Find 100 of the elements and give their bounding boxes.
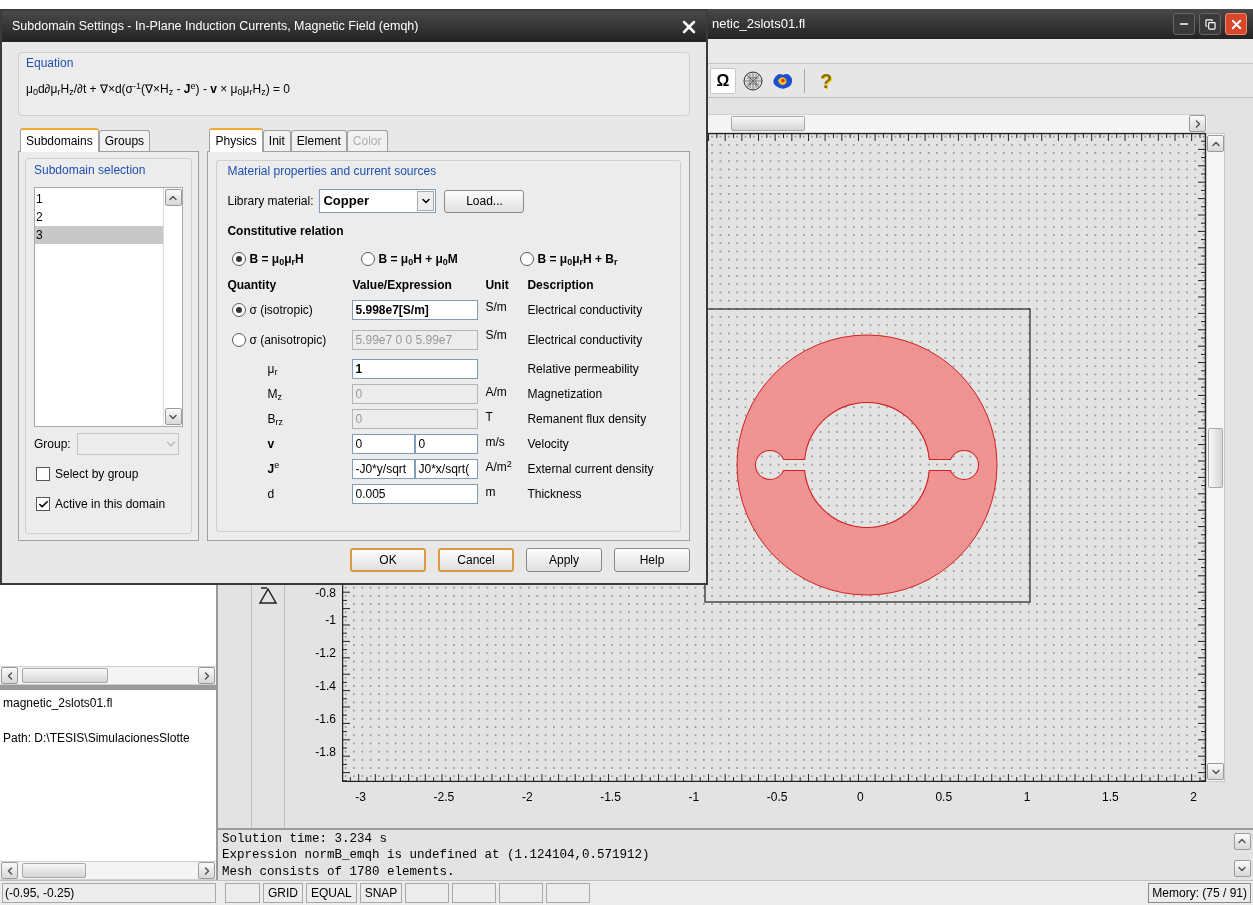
scroll-down-button[interactable] — [1207, 763, 1224, 780]
quantity-label: σ (anisotropic) — [249, 332, 327, 349]
status-toggle[interactable]: EQUAL — [306, 883, 357, 903]
minimize-button[interactable] — [1173, 13, 1195, 35]
panel-tab[interactable]: Init — [262, 130, 291, 151]
axis-tick-label: -1.2 — [315, 645, 336, 663]
radio-button[interactable] — [361, 252, 376, 266]
scrollbar-thumb[interactable] — [22, 668, 108, 683]
triangle-icon[interactable] — [258, 586, 278, 606]
omega-button[interactable]: Ω — [710, 67, 736, 94]
axis-tick-label: -0.8 — [315, 586, 336, 602]
unit-label: S/m — [485, 327, 507, 344]
scroll-down-button[interactable] — [164, 408, 182, 425]
library-material-dropdown[interactable]: Copper — [319, 189, 437, 213]
list-item[interactable]: 1 — [35, 190, 164, 208]
scroll-left-button[interactable] — [1, 667, 18, 684]
scroll-up-button[interactable] — [164, 189, 182, 206]
description-text: Relative permeability — [527, 360, 640, 378]
axis-tick-label: -1.4 — [315, 678, 336, 695]
dialog-button[interactable]: Help — [614, 548, 690, 572]
axis-tick-label: -1.5 — [599, 789, 622, 806]
vertical-scrollbar[interactable] — [1206, 133, 1225, 782]
dialog-button[interactable]: Cancel — [438, 548, 514, 572]
panel-tab[interactable]: Physics — [209, 128, 263, 152]
list-item[interactable]: 2 — [35, 208, 164, 226]
scroll-down-button[interactable] — [1233, 860, 1251, 877]
panel-tab[interactable]: Element — [290, 130, 347, 151]
radio-button[interactable] — [232, 333, 247, 347]
radio-button[interactable] — [232, 303, 247, 317]
coordinates-readout: (-0.95, -0.25) — [2, 883, 216, 903]
description-text: Remanent flux density — [527, 410, 648, 428]
value-field[interactable]: 5.998e7[S/m] — [352, 300, 479, 320]
axis-tick-label: -1.8 — [315, 743, 336, 761]
file-name-text: magnetic_2slots01.fl — [3, 695, 114, 712]
help-button[interactable]: ? — [813, 67, 839, 94]
group-title: Equation — [26, 55, 75, 72]
list-item[interactable]: 3 — [35, 226, 164, 244]
unit-label: A/m — [485, 384, 507, 401]
description-text: Thickness — [527, 485, 583, 503]
scroll-right-button[interactable] — [1189, 115, 1206, 132]
status-toggle[interactable]: GRID — [263, 883, 303, 903]
panel-tab[interactable]: Subdomains — [20, 128, 99, 152]
group-label: Group: — [34, 436, 71, 453]
value-field[interactable]: -J0*y/sqrt — [352, 458, 416, 479]
value-field[interactable]: 1 — [352, 358, 479, 379]
column-header: Value/Expression — [352, 277, 453, 294]
radio-button[interactable] — [232, 252, 247, 266]
checkbox[interactable] — [36, 497, 50, 511]
unit-label: m — [485, 484, 496, 501]
group-title: Material properties and current sources — [227, 163, 438, 180]
group-title: Subdomain selection — [34, 162, 147, 179]
quantity-label: B$_{rz}$ — [266, 410, 283, 428]
panel-tab[interactable]: Groups — [98, 130, 151, 151]
radio-label: B = μ$_{0}$μ$_{r}$H — [249, 251, 304, 268]
axis-tick-label: -1 — [325, 612, 336, 630]
dialog-button[interactable]: Apply — [526, 548, 602, 572]
unit-label: m/s — [485, 434, 505, 451]
checkbox[interactable] — [36, 467, 50, 481]
status-toggle[interactable]: SNAP — [359, 883, 403, 903]
unit-label: A/m$^{2}$ — [485, 458, 512, 476]
dropdown-arrow-button[interactable] — [417, 191, 435, 211]
equation-text: μ$_{0}$d∂μ$_{r}$H$_{z}$/∂t + ∇×d(σ$^{-1}$(∇×H$_{z}$ - J$^{e}$) - v × μ$_{0}$μ$_{r}$H$_{z}$) = 0 — [26, 80, 291, 98]
quantity-label: J$^{e}$ — [266, 459, 280, 478]
axis-tick-label: 0 — [856, 789, 865, 806]
column-header: Quantity — [227, 277, 278, 294]
value-field[interactable]: 0 — [352, 433, 416, 454]
status-field — [546, 883, 591, 903]
scroll-right-button[interactable] — [198, 862, 215, 879]
axis-tick-label: 1 — [1022, 789, 1032, 806]
horizontal-scrollbar[interactable] — [0, 666, 216, 685]
radio-button[interactable] — [520, 252, 535, 266]
axis-tick-label: -0.5 — [765, 789, 789, 806]
axis-tick-label: 0.5 — [934, 789, 954, 806]
ring-drawing[interactable] — [736, 334, 998, 596]
value-field[interactable]: 0.005 — [352, 483, 479, 504]
scrollbar-thumb[interactable] — [731, 116, 805, 131]
load-button[interactable]: Load... — [444, 189, 525, 213]
axis-tick-label: -1.6 — [315, 710, 336, 728]
value-field[interactable]: 0 — [415, 433, 479, 454]
checkbox-label: Active in this domain — [55, 496, 166, 513]
horizontal-scrollbar[interactable] — [0, 861, 216, 880]
axis-tick-label: -2.5 — [432, 789, 456, 806]
log-line: Mesh consists of 1780 elements. — [222, 863, 456, 880]
checkbox-label: Select by group — [55, 466, 139, 483]
scroll-right-button[interactable] — [198, 667, 215, 684]
scroll-up-button[interactable] — [1207, 135, 1224, 152]
dialog-button[interactable]: OK — [350, 548, 426, 572]
scroll-up-button[interactable] — [1233, 832, 1251, 850]
value-field[interactable]: J0*x/sqrt( — [415, 458, 479, 479]
description-text: Magnetization — [527, 385, 604, 403]
scrollbar-thumb[interactable] — [22, 863, 86, 878]
subdomain-list[interactable]: 1 2 3 — [34, 187, 184, 427]
description-text: Electrical conductivity — [527, 302, 644, 319]
unit-label: S/m — [485, 299, 507, 316]
quantity-label: σ (isotropic) — [249, 302, 313, 319]
scrollbar-thumb[interactable] — [1208, 427, 1223, 488]
scroll-left-button[interactable] — [1, 862, 18, 879]
restore-button[interactable] — [1199, 13, 1221, 35]
vertical-scrollbar[interactable] — [163, 188, 183, 426]
quantity-label: μ$_{r}$ — [266, 360, 278, 378]
